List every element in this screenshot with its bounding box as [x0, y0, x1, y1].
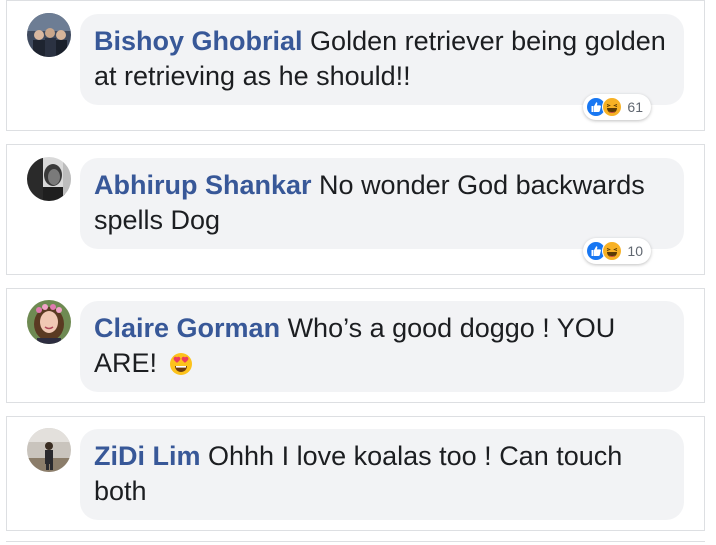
comment-author-link[interactable]: Bishoy Ghobrial [94, 26, 303, 56]
reaction-count: 10 [627, 243, 643, 259]
comment-card: ZiDi Lim Ohhh I love koalas too ! Can to… [6, 416, 705, 531]
avatar[interactable] [27, 13, 71, 57]
heart-eyes-emoji-icon [169, 353, 192, 375]
reaction-count: 61 [627, 99, 643, 115]
avatar-image [27, 300, 71, 344]
avatar-image [27, 13, 71, 57]
next-card-edge [6, 541, 705, 545]
comment-author-link[interactable]: Claire Gorman [94, 313, 280, 343]
comment-card: Bishoy Ghobrial Golden retriever being g… [6, 0, 705, 131]
comment-author-link[interactable]: Abhirup Shankar [94, 170, 312, 200]
comment-author-link[interactable]: ZiDi Lim [94, 441, 201, 471]
reactions-summary[interactable]: 61 [583, 94, 651, 120]
avatar[interactable] [27, 157, 71, 201]
avatar[interactable] [27, 428, 71, 472]
comment-card: Claire Gorman Who’s a good doggo ! YOU A… [6, 288, 705, 403]
reactions-summary[interactable]: 10 [583, 238, 651, 264]
comment-bubble: Abhirup Shankar No wonder God backwards … [80, 158, 684, 249]
avatar-image [27, 157, 71, 201]
avatar-image [27, 428, 71, 472]
comment-bubble: Bishoy Ghobrial Golden retriever being g… [80, 14, 684, 105]
haha-icon [602, 97, 623, 117]
comment-card: Abhirup Shankar No wonder God backwards … [6, 144, 705, 275]
avatar[interactable] [27, 300, 71, 344]
haha-icon [602, 241, 623, 261]
comment-bubble: Claire Gorman Who’s a good doggo ! YOU A… [80, 301, 684, 392]
comment-bubble: ZiDi Lim Ohhh I love koalas too ! Can to… [80, 429, 684, 520]
